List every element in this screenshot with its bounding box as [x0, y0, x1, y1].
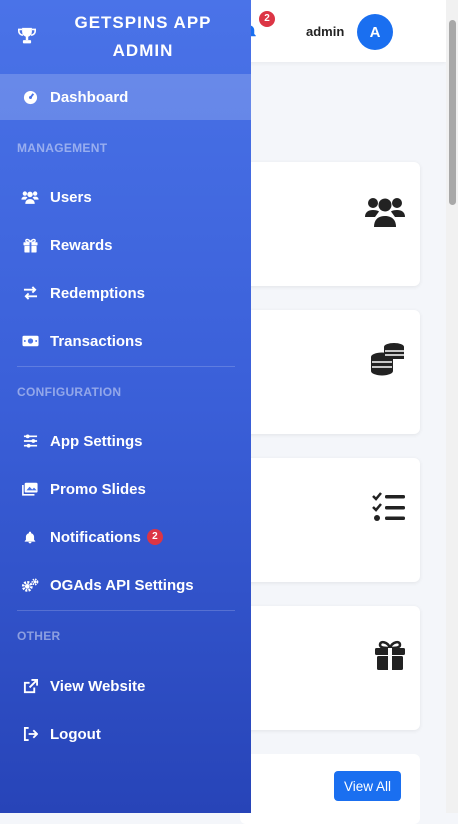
app-title: GETSPINS APP ADMIN — [48, 9, 238, 65]
sidebar-item-users[interactable]: Users — [0, 174, 251, 220]
exchange-icon — [21, 284, 39, 302]
view-all-button[interactable]: View All — [334, 771, 401, 801]
sidebar-item-app-settings[interactable]: App Settings — [0, 418, 251, 464]
tasks-icon — [372, 492, 406, 527]
sidebar-item-redemptions[interactable]: Redemptions — [0, 270, 251, 316]
brand[interactable]: GETSPINS APP ADMIN — [0, 0, 251, 72]
app-title-line2: ADMIN — [112, 41, 174, 60]
sidebar: GETSPINS APP ADMIN Dashboard MANAGEMENT … — [0, 0, 251, 813]
user-name[interactable]: admin — [306, 24, 344, 39]
cogs-icon — [21, 576, 39, 594]
sidebar-item-label: Promo Slides — [50, 480, 146, 498]
sidebar-item-label: Transactions — [50, 332, 143, 350]
notifications-badge: 2 — [146, 529, 163, 545]
money-icon — [21, 332, 39, 350]
stat-card-rewards — [240, 606, 420, 730]
sidebar-divider — [17, 366, 235, 367]
stat-card-users — [240, 162, 420, 286]
gift-icon — [374, 639, 406, 676]
sidebar-item-label: Rewards — [50, 236, 113, 254]
section-label-management: MANAGEMENT — [17, 141, 108, 155]
app-title-line1: GETSPINS APP — [74, 13, 212, 32]
sidebar-item-label: Redemptions — [50, 284, 146, 302]
dashboard-icon — [21, 88, 39, 106]
sidebar-item-notifications[interactable]: Notifications 2 — [0, 514, 251, 560]
sliders-icon — [21, 432, 39, 450]
sidebar-item-label: Notifications — [50, 528, 141, 546]
avatar[interactable]: A — [357, 14, 393, 50]
logout-icon — [21, 725, 39, 743]
sidebar-item-dashboard[interactable]: Dashboard — [0, 74, 251, 120]
sidebar-item-ogads-api-settings[interactable]: OGAds API Settings — [0, 562, 251, 608]
sidebar-item-promo-slides[interactable]: Promo Slides — [0, 466, 251, 512]
gift-icon — [21, 236, 39, 254]
users-icon — [364, 195, 406, 232]
stat-card-coins — [240, 310, 420, 434]
sidebar-divider — [17, 610, 235, 611]
sidebar-item-logout[interactable]: Logout — [0, 711, 251, 757]
notification-count-badge: 2 — [259, 11, 275, 27]
scrollbar-thumb[interactable] — [449, 20, 456, 205]
sidebar-item-label: OGAds API Settings — [50, 576, 194, 594]
sidebar-item-transactions[interactable]: Transactions — [0, 318, 251, 364]
sidebar-item-label: Dashboard — [50, 88, 129, 106]
images-icon — [21, 480, 39, 498]
sidebar-item-label: Users — [50, 188, 92, 206]
sidebar-item-label: Logout — [50, 725, 101, 743]
coins-icon — [370, 342, 406, 381]
stat-card-tasks — [240, 458, 420, 582]
section-label-configuration: CONFIGURATION — [17, 385, 122, 399]
section-label-other: OTHER — [17, 629, 61, 643]
bell-icon — [21, 528, 39, 546]
sidebar-item-label: View Website — [50, 677, 146, 695]
trophy-icon — [17, 27, 37, 50]
users-icon — [21, 188, 39, 206]
sidebar-item-rewards[interactable]: Rewards — [0, 222, 251, 268]
sidebar-item-label: App Settings — [50, 432, 143, 450]
sidebar-item-view-website[interactable]: View Website — [0, 663, 251, 709]
external-link-icon — [21, 677, 39, 695]
